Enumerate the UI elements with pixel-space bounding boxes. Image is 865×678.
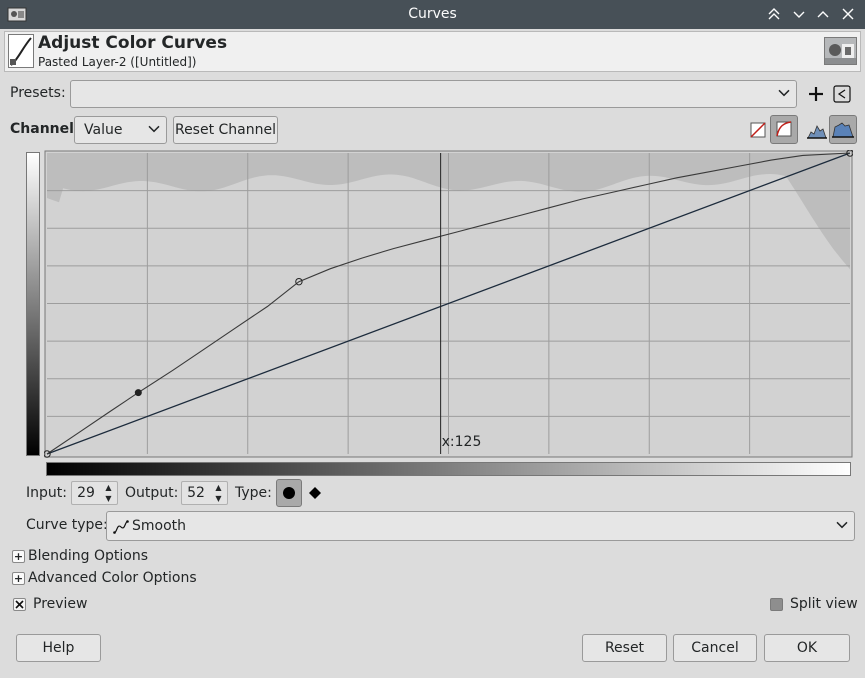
log-histogram-icon[interactable]: [770, 115, 798, 144]
log-scale-icon[interactable]: [829, 115, 857, 144]
close-icon[interactable]: [837, 3, 859, 25]
input-label: Input:: [26, 485, 67, 501]
curve-type-label: Curve type:: [26, 517, 108, 533]
keep-above-icon[interactable]: [763, 3, 785, 25]
preview-checkbox[interactable]: [13, 598, 26, 611]
channel-label: Channel:: [10, 121, 80, 137]
spin-arrows-icon[interactable]: ▲ ▼: [100, 482, 117, 504]
cancel-button[interactable]: Cancel: [673, 634, 757, 662]
split-view-label[interactable]: Split view: [790, 596, 858, 612]
presets-label: Presets:: [10, 85, 66, 101]
output-value: 52: [187, 485, 205, 501]
curve-type-value: Smooth: [132, 518, 187, 534]
output-label: Output:: [125, 485, 179, 501]
curves-dialog: Curves Adjust Color Curves Pasted Layer-…: [0, 0, 865, 678]
layer-thumbnail: [824, 37, 857, 65]
split-view-checkbox[interactable]: [770, 598, 783, 611]
spin-arrows-icon[interactable]: ▲ ▼: [210, 482, 227, 504]
chevron-down-icon: [778, 86, 790, 100]
linear-histogram-icon[interactable]: [746, 118, 770, 142]
input-spinner[interactable]: 29 ▲ ▼: [71, 481, 118, 505]
preview-label[interactable]: Preview: [33, 596, 88, 612]
preset-menu-icon[interactable]: [830, 82, 854, 106]
reset-button[interactable]: Reset: [582, 634, 667, 662]
curves-tool-icon: [8, 34, 34, 68]
smooth-point-icon[interactable]: [276, 479, 302, 507]
add-preset-icon[interactable]: [804, 82, 828, 106]
output-gradient-bar: [26, 152, 40, 456]
help-button[interactable]: Help: [16, 634, 101, 662]
corner-point-icon[interactable]: [304, 481, 328, 505]
curve-type-combo[interactable]: Smooth: [106, 511, 855, 541]
chevron-down-icon: [836, 518, 848, 532]
window-title: Curves: [408, 6, 457, 22]
curve-graph[interactable]: x:125: [44, 150, 853, 458]
cursor-label: x:125: [442, 434, 482, 450]
type-label: Type:: [235, 485, 272, 501]
blending-options-expander[interactable]: Blending Options: [28, 548, 148, 564]
input-gradient-bar: [46, 462, 851, 476]
advanced-color-options-expander[interactable]: Advanced Color Options: [28, 570, 197, 586]
input-value: 29: [77, 485, 95, 501]
expand-blending-icon[interactable]: +: [12, 550, 25, 563]
dialog-header: Adjust Color Curves Pasted Layer-2 ([Unt…: [4, 31, 861, 72]
presets-combo[interactable]: [70, 80, 797, 108]
dialog-title: Adjust Color Curves: [38, 33, 228, 53]
minimize-icon[interactable]: [788, 3, 810, 25]
channel-combo[interactable]: Value: [74, 116, 167, 144]
layer-name: Pasted Layer-2 ([Untitled]): [38, 55, 197, 69]
selected-control-point[interactable]: [134, 389, 142, 397]
channel-value: Value: [84, 122, 123, 138]
maximize-icon[interactable]: [812, 3, 834, 25]
output-spinner[interactable]: 52 ▲ ▼: [181, 481, 228, 505]
expand-advanced-icon[interactable]: +: [12, 572, 25, 585]
title-bar[interactable]: Curves: [0, 0, 865, 29]
reset-channel-button[interactable]: Reset Channel: [173, 116, 278, 144]
ok-button[interactable]: OK: [764, 634, 850, 662]
linear-scale-icon[interactable]: [805, 118, 829, 142]
chevron-down-icon: [148, 122, 160, 136]
smooth-curve-icon: [113, 520, 129, 534]
